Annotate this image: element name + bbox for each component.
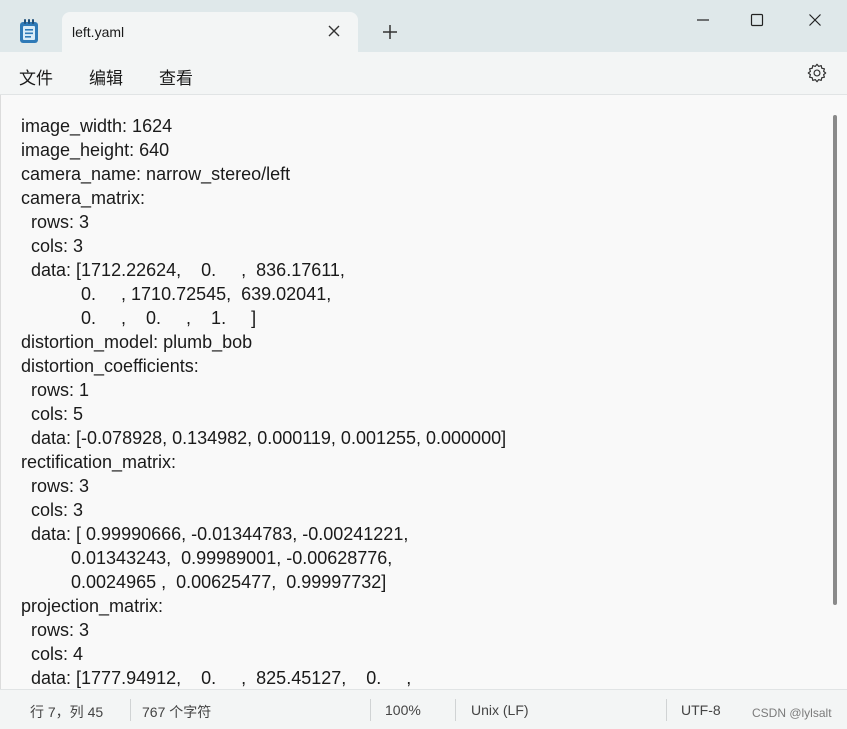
- window-border: [0, 95, 1, 689]
- menu-bar: 文件 编辑 查看: [0, 52, 847, 95]
- status-divider: [455, 699, 456, 721]
- status-divider: [130, 699, 131, 721]
- gear-icon[interactable]: [806, 62, 828, 84]
- status-divider: [666, 699, 667, 721]
- plus-icon[interactable]: [380, 22, 400, 42]
- zoom-level[interactable]: 100%: [385, 702, 421, 718]
- window-close-button[interactable]: [792, 8, 838, 32]
- close-icon[interactable]: [326, 23, 342, 39]
- status-bar: 行 7，列 45 767 个字符 100% Unix (LF) UTF-8 CS…: [0, 689, 847, 729]
- cursor-position: 行 7，列 45: [30, 704, 104, 720]
- maximize-button[interactable]: [734, 8, 780, 32]
- line-ending[interactable]: Unix (LF): [471, 702, 529, 718]
- notepad-window: left.yaml 文件 编辑 查看 image_width: 1624 ima…: [0, 0, 847, 729]
- encoding[interactable]: UTF-8: [681, 702, 721, 718]
- vertical-scrollbar[interactable]: [833, 115, 837, 605]
- minimize-button[interactable]: [680, 8, 726, 32]
- text-editor[interactable]: image_width: 1624 image_height: 640 came…: [0, 95, 847, 689]
- watermark: CSDN @lylsalt: [752, 706, 832, 720]
- editor-content[interactable]: image_width: 1624 image_height: 640 came…: [21, 114, 506, 689]
- character-count: 767 个字符: [142, 704, 212, 720]
- menu-view[interactable]: 查看: [159, 64, 193, 89]
- menu-edit[interactable]: 编辑: [89, 64, 123, 89]
- status-divider: [370, 699, 371, 721]
- title-bar: left.yaml: [0, 0, 847, 52]
- menu-file[interactable]: 文件: [19, 64, 53, 89]
- tab-left-yaml[interactable]: left.yaml: [62, 12, 358, 52]
- tab-title: left.yaml: [72, 24, 125, 40]
- notepad-icon: [18, 18, 40, 44]
